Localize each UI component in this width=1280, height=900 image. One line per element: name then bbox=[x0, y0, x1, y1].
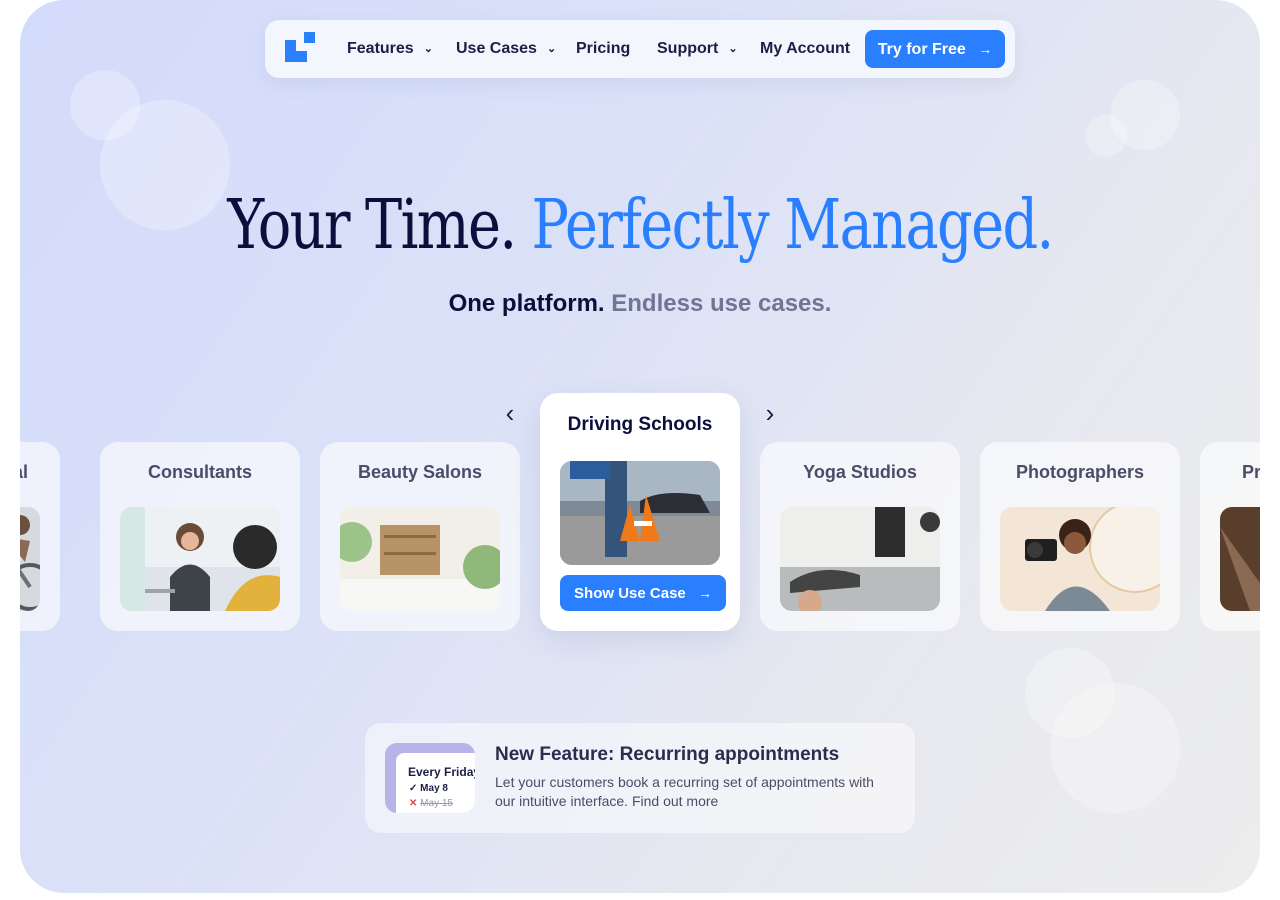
cyclist-photo bbox=[20, 507, 40, 611]
use-case-card-private[interactable]: Priva bbox=[1200, 442, 1260, 631]
nav-item-use-cases[interactable]: Use Cases ⌄ bbox=[456, 20, 556, 78]
use-case-card-consultants[interactable]: Consultants bbox=[100, 442, 300, 631]
decorative-bubble bbox=[1085, 115, 1127, 157]
preview-row-cancelled: ✕ May 15 bbox=[409, 798, 453, 809]
use-case-label: Yoga Studios bbox=[803, 462, 917, 482]
nav-item-my-account[interactable]: My Account bbox=[760, 20, 850, 78]
recurring-thumbnail: Every Friday ✓ May 8 ✕ May 15 bbox=[385, 743, 475, 813]
recurring-preview-card: Every Friday ✓ May 8 ✕ May 15 bbox=[396, 753, 475, 813]
driving-school-photo bbox=[560, 461, 720, 565]
show-use-case-button[interactable]: Show Use Case → bbox=[560, 575, 726, 611]
chevron-down-icon: ⌄ bbox=[728, 43, 738, 55]
chevron-left-icon[interactable]: ‹ bbox=[495, 398, 525, 428]
nav-item-support[interactable]: Support ⌄ bbox=[657, 20, 738, 78]
preview-title: Every Friday bbox=[408, 765, 475, 779]
feature-title: New Feature: Recurring appointments bbox=[495, 744, 840, 765]
arrow-right-icon: → bbox=[697, 585, 712, 601]
use-case-label: Photographers bbox=[1015, 462, 1144, 482]
use-case-card-driving-schools[interactable]: Driving Schools Show Use Case → bbox=[540, 393, 740, 631]
nav-item-pricing[interactable]: Pricing bbox=[576, 20, 630, 78]
feature-description: Let your customers book a recurring set … bbox=[495, 774, 874, 809]
use-case-label: Consultants bbox=[147, 462, 252, 482]
new-feature-banner[interactable]: Every Friday ✓ May 8 ✕ May 15 New Featur… bbox=[365, 723, 915, 833]
nav-item-label: Support bbox=[657, 40, 719, 58]
private-photo bbox=[1220, 507, 1260, 611]
use-case-label: Priva bbox=[1242, 462, 1260, 482]
nav-item-label: My Account bbox=[760, 40, 851, 57]
preview-date: May 8 bbox=[420, 783, 448, 794]
chevron-down-icon: ⌄ bbox=[546, 43, 557, 55]
nav-item-label: Features bbox=[347, 40, 414, 58]
arrow-right-icon: → bbox=[978, 41, 993, 57]
use-case-card-dental[interactable]: ntal bbox=[20, 442, 60, 631]
beauty-salon-photo bbox=[340, 507, 500, 611]
consultants-photo bbox=[120, 507, 280, 611]
hero-subtitle-part2: Endless use cases. bbox=[611, 290, 832, 317]
hero-frame: Features ⌄ Use Cases ⌄ Pricing Support ⌄ My… bbox=[20, 0, 1260, 893]
cta-label: Try for Free bbox=[877, 41, 966, 58]
hero-subtitle: One platform. Endless use cases. bbox=[20, 290, 1260, 318]
use-case-label: ntal bbox=[20, 462, 28, 482]
yoga-studio-photo bbox=[780, 507, 940, 611]
chevron-down-icon: ⌄ bbox=[423, 43, 433, 55]
decorative-bubble bbox=[1050, 683, 1180, 813]
use-case-label: Beauty Salons bbox=[357, 462, 483, 482]
nav-item-label: Pricing bbox=[576, 40, 631, 57]
top-navigation: Features ⌄ Use Cases ⌄ Pricing Support ⌄ My… bbox=[265, 20, 1015, 78]
use-case-label: Driving Schools bbox=[567, 414, 713, 435]
nav-item-label: Use Cases bbox=[456, 40, 537, 58]
use-case-card-photographers[interactable]: Photographers bbox=[980, 442, 1180, 631]
nav-item-features[interactable]: Features ⌄ bbox=[347, 20, 433, 78]
try-for-free-button[interactable]: Try for Free → bbox=[865, 30, 1005, 68]
x-icon: ✕ bbox=[409, 798, 418, 809]
hero-title-part2: Perfectly Managed. bbox=[531, 186, 1055, 265]
hero-subtitle-part1: One platform. bbox=[448, 290, 605, 317]
hero-title: Your Time. Perfectly Managed. bbox=[132, 186, 1149, 265]
hero-title-part1: Your Time. bbox=[227, 186, 517, 265]
check-icon: ✓ bbox=[409, 783, 418, 794]
photographer-photo bbox=[1000, 507, 1160, 611]
preview-row-confirmed: ✓ May 8 bbox=[409, 783, 448, 794]
chevron-right-icon[interactable]: › bbox=[755, 398, 785, 428]
use-case-card-yoga-studios[interactable]: Yoga Studios bbox=[760, 442, 960, 631]
brand-logo-icon[interactable] bbox=[285, 32, 315, 62]
preview-date: May 15 bbox=[420, 798, 453, 809]
show-use-case-label: Show Use Case bbox=[574, 585, 686, 602]
use-case-card-beauty-salons[interactable]: Beauty Salons bbox=[320, 442, 520, 631]
